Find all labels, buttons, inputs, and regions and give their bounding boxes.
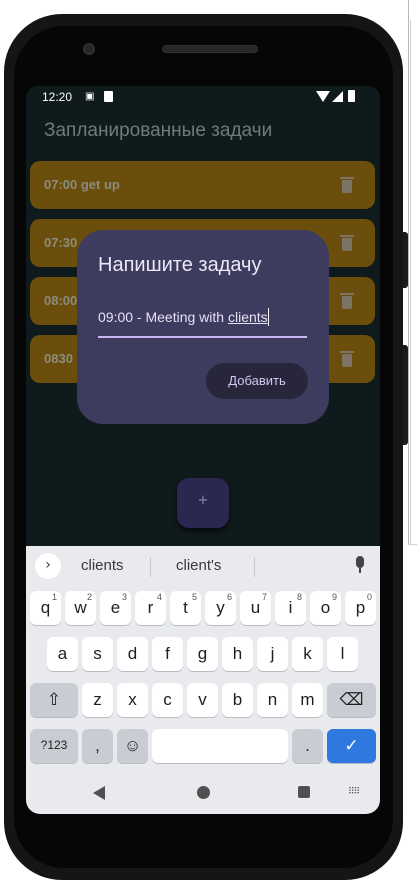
task-item[interactable]: 07:00 get up (30, 161, 375, 209)
key-c[interactable]: c (152, 683, 183, 717)
emoji-icon: ☺ (123, 736, 142, 755)
key-q[interactable]: q1 (30, 591, 61, 625)
home-icon[interactable] (197, 786, 210, 799)
divider (150, 557, 151, 577)
space-key[interactable] (152, 729, 288, 763)
add-button[interactable]: Добавить (206, 363, 308, 399)
delete-icon[interactable] (340, 177, 354, 193)
key-p[interactable]: p0 (345, 591, 376, 625)
wifi-icon (316, 91, 330, 102)
key-y[interactable]: y6 (205, 591, 236, 625)
task-label: 07:30 (44, 235, 78, 250)
key-a[interactable]: a (47, 637, 78, 671)
plus-icon: + (197, 493, 209, 508)
period-key[interactable]: . (292, 729, 323, 763)
add-task-fab[interactable]: + (177, 478, 229, 528)
key-o[interactable]: o9 (310, 591, 341, 625)
key-e[interactable]: e3 (100, 591, 131, 625)
keyboard-switch-icon[interactable]: ⠿⠿ (348, 787, 360, 797)
key-n[interactable]: n (257, 683, 288, 717)
backspace-icon: ⌫ (339, 690, 364, 709)
key-m[interactable]: m (292, 683, 323, 717)
sd-card-icon (104, 91, 113, 102)
soft-keyboard: › clients client's q1 w2 e3 r4 t5 y6 u7 … (26, 546, 380, 814)
key-r[interactable]: r4 (135, 591, 166, 625)
front-camera (83, 43, 95, 55)
status-bar: 12:20 ▣ (26, 86, 380, 110)
status-time: 12:20 (42, 90, 73, 104)
task-input[interactable]: 09:00 - Meeting with clients (98, 308, 307, 338)
cell-signal-icon (332, 91, 343, 102)
key-x[interactable]: x (117, 683, 148, 717)
key-i[interactable]: i8 (275, 591, 306, 625)
task-input-word: clients (227, 309, 268, 325)
delete-icon[interactable] (340, 235, 354, 251)
key-t[interactable]: t5 (170, 591, 201, 625)
key-l[interactable]: l (327, 637, 358, 671)
window-border (408, 0, 409, 545)
dialog-title: Напишите задачу (98, 254, 262, 276)
text-cursor (267, 308, 270, 326)
task-label: 07:00 get up (44, 177, 120, 192)
key-v[interactable]: v (187, 683, 218, 717)
suggestion-bar: › clients client's (26, 546, 380, 586)
symbols-key[interactable]: ?123 (30, 729, 78, 763)
shift-icon: ⇧ (46, 690, 62, 709)
key-h[interactable]: h (222, 637, 253, 671)
task-input-prefix: 09:00 - Meeting with (98, 309, 228, 325)
sim-card-icon: ▣ (85, 91, 95, 102)
key-f[interactable]: f (152, 637, 183, 671)
task-label: 0830 (44, 351, 73, 366)
suggestion-item[interactable]: client's (176, 557, 221, 574)
page-title: Запланированные задачи (44, 120, 273, 141)
window-border-inner (410, 20, 417, 545)
suggestion-item[interactable]: clients (81, 557, 124, 574)
key-g[interactable]: g (187, 637, 218, 671)
chevron-right-icon[interactable]: › (35, 553, 61, 579)
checkmark-icon: ✓ (344, 736, 359, 755)
key-d[interactable]: d (117, 637, 148, 671)
device-screen: 12:20 ▣ Запланированные задачи 07:00 get… (26, 86, 380, 814)
microphone-icon[interactable] (356, 556, 364, 568)
recent-apps-icon[interactable] (298, 786, 310, 798)
delete-icon[interactable] (340, 293, 354, 309)
key-w[interactable]: w2 (65, 591, 96, 625)
key-k[interactable]: k (292, 637, 323, 671)
key-z[interactable]: z (82, 683, 113, 717)
enter-key[interactable]: ✓ (327, 729, 376, 763)
comma-key[interactable]: , (82, 729, 113, 763)
delete-icon[interactable] (340, 351, 354, 367)
back-icon[interactable] (93, 786, 105, 800)
key-b[interactable]: b (222, 683, 253, 717)
shift-key[interactable]: ⇧ (30, 683, 78, 717)
microphone-icon-stand (359, 568, 361, 573)
task-dialog: Напишите задачу 09:00 - Meeting with cli… (77, 230, 329, 424)
task-label: 08:00 (44, 293, 78, 308)
key-j[interactable]: j (257, 637, 288, 671)
emoji-key[interactable]: ☺ (117, 729, 148, 763)
key-u[interactable]: u7 (240, 591, 271, 625)
key-s[interactable]: s (82, 637, 113, 671)
backspace-key[interactable]: ⌫ (327, 683, 376, 717)
battery-icon (348, 90, 355, 102)
earpiece-speaker (162, 45, 258, 53)
divider (254, 557, 255, 577)
system-navigation-bar: ⠿⠿ (26, 772, 380, 814)
